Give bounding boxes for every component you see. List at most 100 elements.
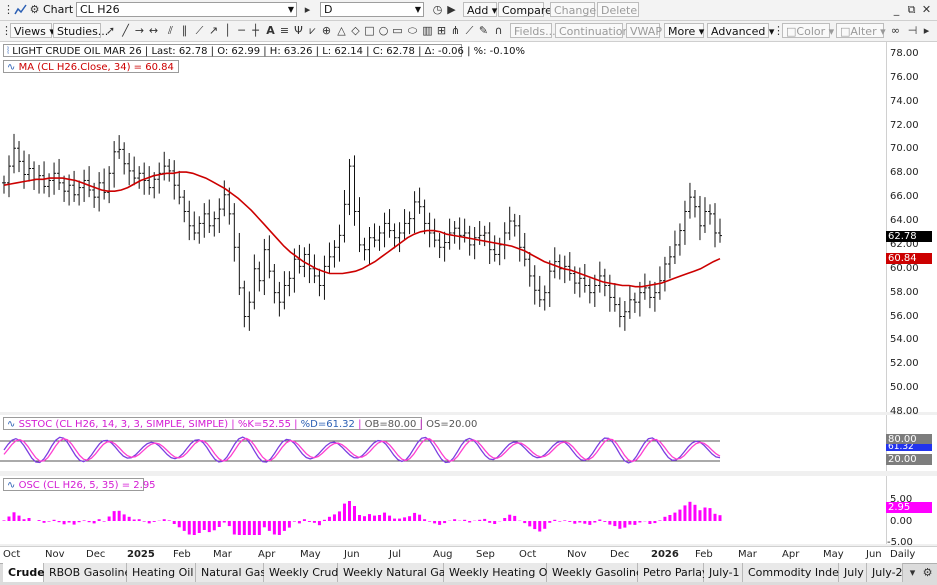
crosshair-icon[interactable]: ┼: [249, 24, 262, 37]
price-bar: [12, 133, 17, 174]
restore-icon[interactable]: ⧉: [905, 3, 918, 16]
play-icon[interactable]: ▶: [445, 3, 458, 16]
eraser-icon[interactable]: ✎: [477, 24, 490, 37]
price-bar: [512, 213, 517, 237]
fields-button[interactable]: Fields...: [510, 23, 556, 38]
sstoc-legend[interactable]: ∿ SSTOC (CL H26, 14, 3, 3, SIMPLE, SIMPL…: [3, 417, 477, 430]
instrument-legend[interactable]: ⦚ LIGHT CRUDE OIL MAR 26 | Last: 62.78 |…: [3, 44, 525, 57]
symbol-input[interactable]: CL H26 ▼: [76, 2, 297, 17]
stoch-d-badge: 61.32: [886, 444, 932, 451]
extended-line-icon[interactable]: ↔: [147, 24, 160, 37]
tab-weekly-heating-oil[interactable]: Weekly Heating Oil: [444, 563, 554, 582]
gann-tool-icon[interactable]: ⊞: [435, 24, 448, 37]
bars-tool-icon[interactable]: ▥: [421, 24, 434, 37]
price-bar: [247, 291, 252, 331]
price-bar: [212, 211, 217, 237]
cursor-icon[interactable]: ➚: [104, 24, 117, 37]
polygon-tool-icon[interactable]: ◇: [349, 24, 362, 37]
price-bar: [62, 175, 67, 202]
arrow-tool-icon[interactable]: ↗: [207, 24, 220, 37]
tab-settings-icon[interactable]: ⚙: [921, 566, 934, 579]
time-tick-label: Sep: [476, 549, 495, 560]
alter-button[interactable]: □Alter ▾: [836, 23, 886, 38]
tab-july-2[interactable]: July-2: [867, 563, 903, 582]
tab-petro-parlay[interactable]: Petro Parlay: [638, 563, 709, 582]
views-button[interactable]: Views ▾: [10, 23, 55, 38]
close-icon[interactable]: ✕: [920, 3, 933, 16]
ellipse-icon[interactable]: ⬭: [406, 24, 419, 37]
tab-heating-oil[interactable]: Heating Oil: [127, 563, 196, 582]
text-tool-icon[interactable]: A: [264, 24, 277, 37]
tab-natural-gas[interactable]: Natural Gas: [196, 563, 266, 582]
magnet-icon[interactable]: ∩: [492, 24, 505, 37]
period-input[interactable]: D ▼: [320, 2, 424, 17]
clock-icon[interactable]: ◷: [431, 3, 444, 16]
tab-july-1[interactable]: July-1: [704, 563, 743, 582]
price-bar: [457, 217, 462, 250]
price-tick-label: 60.00: [890, 262, 919, 274]
vertical-line-icon[interactable]: │: [221, 24, 234, 37]
osc-value-badge: 2.95: [886, 502, 932, 513]
horizontal-line-icon[interactable]: ─: [235, 24, 248, 37]
price-bar: [117, 135, 122, 159]
tab-rbob-gasoline[interactable]: RBOB Gasoline: [44, 563, 131, 582]
ellipse-tool-icon[interactable]: ⊕: [320, 24, 333, 37]
price-bar: [352, 155, 357, 226]
tab-july[interactable]: July: [839, 563, 867, 582]
rectangle-tool-icon[interactable]: □: [363, 24, 376, 37]
regression-tool-icon[interactable]: ⟋: [463, 24, 476, 37]
tab-crude[interactable]: Crude: [3, 563, 45, 582]
ma-legend[interactable]: ∿ MA (CL H26.Close, 34) = 60.84: [3, 60, 179, 73]
dropdown-arrow-icon[interactable]: ▼: [288, 3, 294, 16]
triangle-tool-icon[interactable]: △: [335, 24, 348, 37]
fibonacci-icon[interactable]: ≡: [278, 24, 291, 37]
vwap-button[interactable]: VWAP: [626, 23, 662, 38]
pitchfork-icon[interactable]: Ψ: [292, 24, 305, 37]
studies-button[interactable]: Studies...: [53, 23, 108, 38]
fan-tool-icon[interactable]: ⟋: [193, 24, 206, 37]
tab-commodity-index[interactable]: Commodity Index: [743, 563, 845, 582]
price-bar: [687, 182, 692, 219]
osc-legend[interactable]: ∿ OSC (CL H26, 5, 35) = 2.95: [3, 478, 156, 491]
price-bar: [97, 172, 102, 212]
expand-icon[interactable]: ▸: [301, 3, 314, 16]
continuation-button[interactable]: Continuation: [555, 23, 630, 38]
add-button[interactable]: Add ▾: [463, 2, 497, 17]
minimize-icon[interactable]: _: [890, 3, 903, 16]
line-tool-icon[interactable]: ╱: [119, 24, 132, 37]
parallel-tool-icon[interactable]: ∥: [178, 24, 191, 37]
osc-axis-zero: 0.00: [890, 516, 913, 527]
dropdown-arrow-icon[interactable]: ▼: [415, 3, 421, 16]
advanced-button[interactable]: Advanced ▾: [707, 23, 774, 38]
tab-weekly-gasoline[interactable]: Weekly Gasoline: [547, 563, 643, 582]
color-button[interactable]: □Color ▾: [782, 23, 834, 38]
price-bar: [397, 222, 402, 253]
price-bar: [627, 285, 632, 319]
scroll-right-icon[interactable]: ▸: [920, 24, 933, 37]
price-chart[interactable]: [0, 42, 886, 412]
channel-tool-icon[interactable]: ⫽: [164, 24, 177, 37]
price-bar: [432, 218, 437, 248]
delete-button[interactable]: Delete: [597, 2, 639, 17]
price-tick-label: 58.00: [890, 286, 919, 298]
circle-tool-icon[interactable]: ○: [377, 24, 390, 37]
time-tick-label: Oct: [519, 549, 537, 560]
price-bar: [582, 264, 587, 293]
pin-icon[interactable]: ⊣: [906, 24, 919, 37]
rounded-rect-icon[interactable]: ▭: [391, 24, 404, 37]
tab-scroll-icon[interactable]: ▾: [906, 566, 919, 579]
link-icon[interactable]: ∞: [889, 24, 902, 37]
andrews-tool-icon[interactable]: ⋔: [449, 24, 462, 37]
tab-weekly-crude[interactable]: Weekly Crude: [264, 563, 345, 582]
chart-icon: [14, 3, 27, 16]
price-tick-label: 50.00: [890, 382, 919, 394]
change-button[interactable]: Change: [550, 2, 596, 17]
time-tick-label: May: [823, 549, 844, 560]
ray-tool-icon[interactable]: →: [133, 24, 146, 37]
tab-weekly-natural-gas[interactable]: Weekly Natural Gas: [338, 563, 451, 582]
cycle-tool-icon[interactable]: ⩗: [306, 24, 319, 37]
compare-button[interactable]: Compare: [498, 2, 552, 17]
more-button[interactable]: More ▾: [664, 23, 704, 38]
price-bar: [382, 212, 387, 248]
time-tick-label: Aug: [433, 549, 453, 560]
